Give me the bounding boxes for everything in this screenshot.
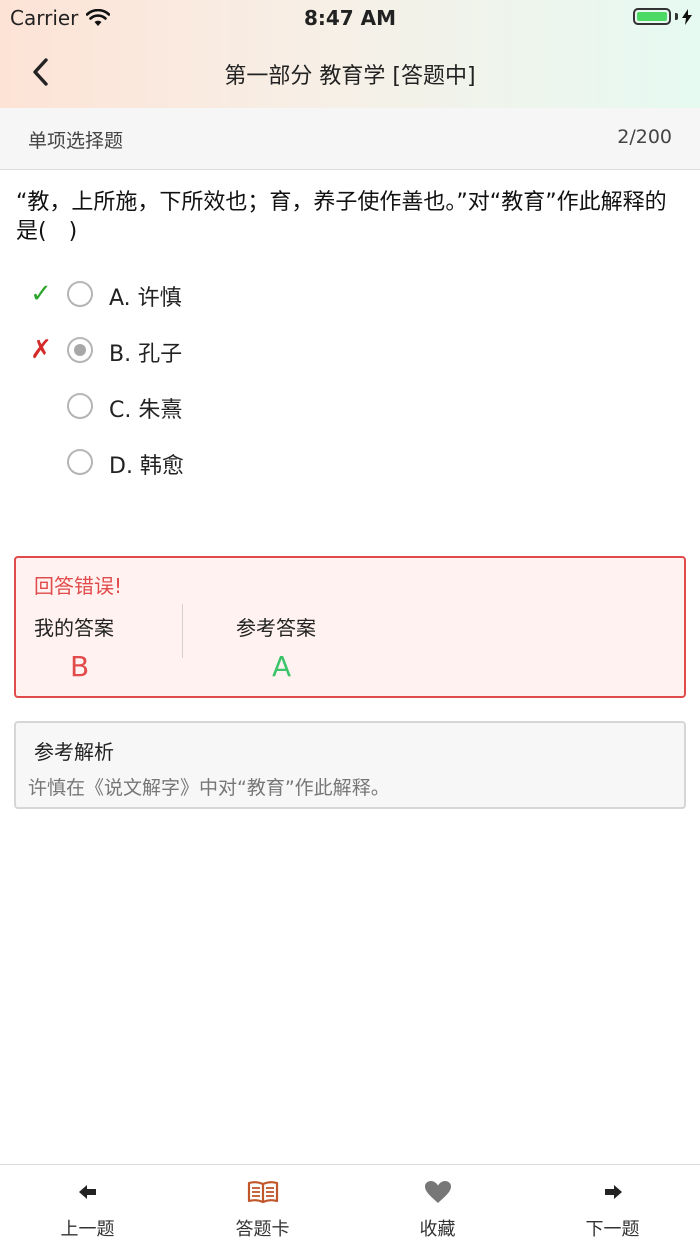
bottom-tab-bar: 上一题 答题卡 收藏 下一题: [0, 1164, 700, 1244]
answer-card-label: 答题卡: [235, 1219, 290, 1240]
analysis-title: 参考解析: [34, 740, 114, 764]
wrong-cross-icon: ✗: [30, 335, 52, 365]
page-title: 第一部分 教育学 [答题中]: [224, 64, 476, 89]
option-label: A. 许慎: [109, 286, 182, 311]
result-title: 回答错误!: [34, 574, 123, 598]
question-type-bar: 单项选择题 2/200: [0, 108, 700, 170]
option-label: B. 孔子: [109, 342, 183, 367]
battery-group: [633, 8, 692, 25]
answer-result-box: 回答错误! 我的答案 参考答案 B A: [14, 556, 686, 698]
prev-question-button[interactable]: 上一题: [0, 1165, 175, 1245]
option-label: C. 朱熹: [109, 398, 183, 423]
battery-icon: [633, 8, 671, 25]
nav-bar: 第一部分 教育学 [答题中]: [0, 36, 700, 108]
favorite-button[interactable]: 收藏: [350, 1165, 525, 1245]
option-b[interactable]: ✗ B. 孔子: [0, 322, 700, 378]
options-list: ✓ A. 许慎 ✗ B. 孔子 C. 朱熹 D. 韩愈: [0, 266, 700, 490]
next-question-button[interactable]: 下一题: [525, 1165, 700, 1245]
reference-answer-value: A: [272, 650, 292, 683]
option-d[interactable]: D. 韩愈: [0, 434, 700, 490]
header: Carrier 8:47 AM 第一部分 教育学 [答题中]: [0, 0, 700, 108]
charging-bolt-icon: [682, 8, 692, 25]
favorite-label: 收藏: [419, 1219, 456, 1240]
radio-button-c[interactable]: [67, 393, 93, 419]
radio-button-b[interactable]: [67, 337, 93, 363]
next-question-label: 下一题: [585, 1219, 640, 1240]
question-progress: 2/200: [617, 126, 672, 148]
analysis-text: 许慎在《说文解字》中对“教育”作此解释。: [28, 777, 390, 799]
clock: 8:47 AM: [303, 6, 397, 30]
radio-button-a[interactable]: [67, 281, 93, 307]
arrow-left-icon: [78, 1185, 96, 1199]
reference-answer-label: 参考答案: [236, 616, 316, 640]
open-book-icon: [247, 1181, 278, 1204]
radio-button-d[interactable]: [67, 449, 93, 475]
status-bar: Carrier 8:47 AM: [0, 0, 700, 36]
column-divider: [182, 604, 183, 658]
heart-icon: [424, 1181, 451, 1203]
correct-check-icon: ✓: [30, 279, 52, 309]
my-answer-value: B: [70, 650, 90, 683]
analysis-box: 参考解析 许慎在《说文解字》中对“教育”作此解释。: [14, 721, 686, 809]
arrow-right-icon: [604, 1185, 622, 1199]
question-type-label: 单项选择题: [28, 130, 124, 152]
option-c[interactable]: C. 朱熹: [0, 378, 700, 434]
option-label: D. 韩愈: [109, 454, 184, 479]
battery-tip: [675, 13, 678, 20]
answer-card-button[interactable]: 答题卡: [175, 1165, 350, 1245]
my-answer-label: 我的答案: [34, 616, 114, 640]
prev-question-label: 上一题: [60, 1219, 115, 1240]
option-a[interactable]: ✓ A. 许慎: [0, 266, 700, 322]
question-text: “教，上所施，下所效也；育，养子使作善也。”对“教育”作此解释的是( ): [16, 190, 667, 244]
